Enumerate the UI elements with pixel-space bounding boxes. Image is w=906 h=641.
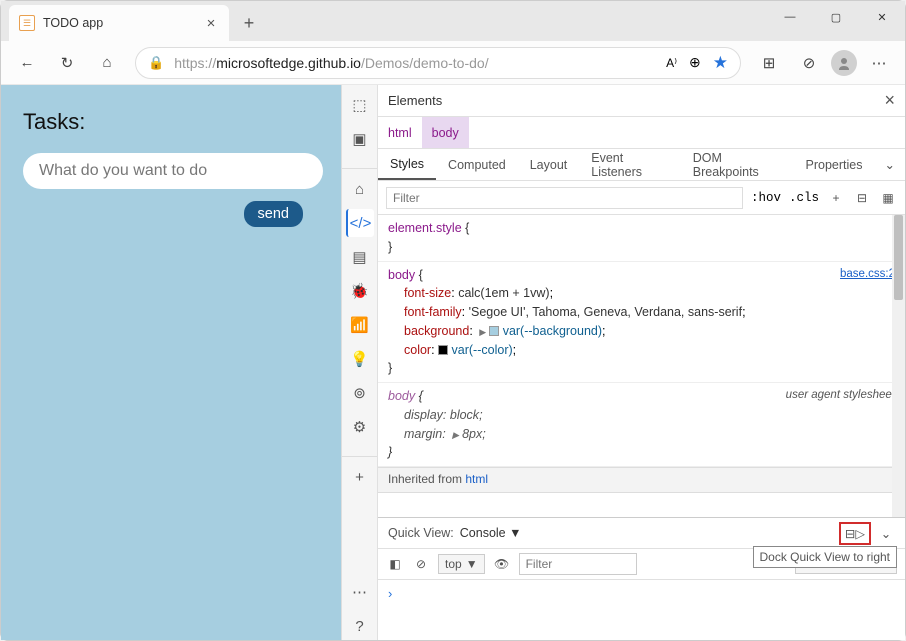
source-link[interactable]: base.css:2 xyxy=(840,268,895,280)
more-tools-icon[interactable]: ⋯ xyxy=(346,578,374,606)
tooltip: Dock Quick View to right xyxy=(753,546,898,568)
inherited-section: Inherited from html xyxy=(378,467,905,493)
flex-icon[interactable]: ⊟ xyxy=(853,189,871,207)
read-aloud-icon[interactable]: A⁾ xyxy=(666,56,677,70)
browser-titlebar: ☰ TODO app × + — ▢ ✕ xyxy=(1,1,905,41)
live-expression-icon[interactable]: 👁 xyxy=(493,555,511,573)
context-selector[interactable]: top ▼ xyxy=(438,554,485,574)
zoom-icon[interactable]: ⊕ xyxy=(689,54,701,71)
tab-title: TODO app xyxy=(43,16,203,30)
console-icon[interactable]: ▤ xyxy=(346,243,374,271)
elements-icon[interactable]: </> xyxy=(346,209,374,237)
tab-event-listeners[interactable]: Event Listeners xyxy=(579,149,681,180)
tab-properties[interactable]: Properties xyxy=(794,149,875,180)
tab-layout[interactable]: Layout xyxy=(518,149,580,180)
breadcrumb-body[interactable]: body xyxy=(422,117,469,148)
grid-icon[interactable]: ▦ xyxy=(879,189,897,207)
styles-pane[interactable]: element.style { } base.css:2 body { font… xyxy=(378,215,905,517)
chevron-down-icon[interactable]: ⌄ xyxy=(877,524,895,542)
back-button[interactable]: ← xyxy=(9,45,45,81)
hov-toggle[interactable]: :hov xyxy=(751,191,781,205)
devtools-sidebar: ⬚ ▣ ⌂ </> ▤ 🐞 📶 💡 ⊚ ⚙ + ⋯ ? xyxy=(342,85,378,640)
window-controls: — ▢ ✕ xyxy=(767,1,905,33)
webpage: Tasks: send xyxy=(1,85,341,640)
dom-breadcrumb: html body xyxy=(378,117,905,149)
devtools: ⬚ ▣ ⌂ </> ▤ 🐞 📶 💡 ⊚ ⚙ + ⋯ ? Elements × h… xyxy=(341,85,905,640)
address-bar[interactable]: 🔒 https://microsoftedge.github.io/Demos/… xyxy=(135,47,741,79)
lock-icon: 🔒 xyxy=(148,55,164,71)
performance-tool-icon[interactable]: 💡 xyxy=(346,345,374,373)
dock-right-button[interactable]: ⊟▷ xyxy=(839,522,871,545)
profile-icon[interactable] xyxy=(831,50,857,76)
application-icon[interactable]: ⚙ xyxy=(346,413,374,441)
clear-console-icon[interactable]: ⊘ xyxy=(412,555,430,573)
close-tab-icon[interactable]: × xyxy=(203,15,219,31)
network-icon[interactable]: 📶 xyxy=(346,311,374,339)
add-tool-icon[interactable]: + xyxy=(346,463,374,491)
help-icon[interactable]: ? xyxy=(346,612,374,640)
quick-view: Quick View: Console ▼ ⊟▷ ⌄ Dock Quick Vi… xyxy=(378,517,905,640)
welcome-icon[interactable]: ⌂ xyxy=(346,175,374,203)
quickview-label: Quick View: xyxy=(388,526,454,540)
styles-filter-input[interactable] xyxy=(386,187,743,209)
more-icon[interactable]: ⋯ xyxy=(861,45,897,81)
memory-icon[interactable]: ⊚ xyxy=(346,379,374,407)
console-body[interactable]: › xyxy=(378,580,905,640)
tab-dom-breakpoints[interactable]: DOM Breakpoints xyxy=(681,149,794,180)
url-text: https://microsoftedge.github.io/Demos/de… xyxy=(174,55,488,71)
devtools-header: Elements × xyxy=(378,85,905,117)
collections-icon[interactable]: ⊞ xyxy=(751,45,787,81)
sidebar-toggle-icon[interactable]: ◧ xyxy=(386,555,404,573)
tab-computed[interactable]: Computed xyxy=(436,149,518,180)
page-title: Tasks: xyxy=(23,109,319,135)
quickview-drawer[interactable]: Console ▼ xyxy=(460,526,522,540)
new-rule-icon[interactable]: + xyxy=(827,189,845,207)
maximize-icon[interactable]: ▢ xyxy=(813,1,859,33)
tab-styles[interactable]: Styles xyxy=(378,149,436,180)
new-tab-button[interactable]: + xyxy=(233,7,265,39)
home-button[interactable]: ⌂ xyxy=(89,45,125,81)
minimize-icon[interactable]: — xyxy=(767,1,813,33)
performance-icon[interactable]: ⊘ xyxy=(791,45,827,81)
chevron-down-icon[interactable]: ⌄ xyxy=(875,157,905,172)
device-icon[interactable]: ▣ xyxy=(346,125,374,153)
devtools-close-icon[interactable]: × xyxy=(884,90,895,111)
close-window-icon[interactable]: ✕ xyxy=(859,1,905,33)
favorite-icon[interactable]: ★ xyxy=(713,53,728,73)
styles-tabs: Styles Computed Layout Event Listeners D… xyxy=(378,149,905,181)
sources-icon[interactable]: 🐞 xyxy=(346,277,374,305)
breadcrumb-html[interactable]: html xyxy=(378,117,422,148)
task-input[interactable] xyxy=(23,153,323,189)
console-prompt: › xyxy=(388,586,392,601)
cls-toggle[interactable]: .cls xyxy=(789,191,819,205)
scrollbar[interactable] xyxy=(892,215,905,517)
favicon-icon: ☰ xyxy=(19,15,35,31)
panel-title: Elements xyxy=(388,93,442,108)
browser-tab[interactable]: ☰ TODO app × xyxy=(9,5,229,41)
refresh-button[interactable]: ↻ xyxy=(49,45,85,81)
console-filter-input[interactable] xyxy=(519,553,637,575)
send-button[interactable]: send xyxy=(244,201,303,227)
browser-toolbar: ← ↻ ⌂ 🔒 https://microsoftedge.github.io/… xyxy=(1,41,905,85)
inspect-icon[interactable]: ⬚ xyxy=(346,91,374,119)
